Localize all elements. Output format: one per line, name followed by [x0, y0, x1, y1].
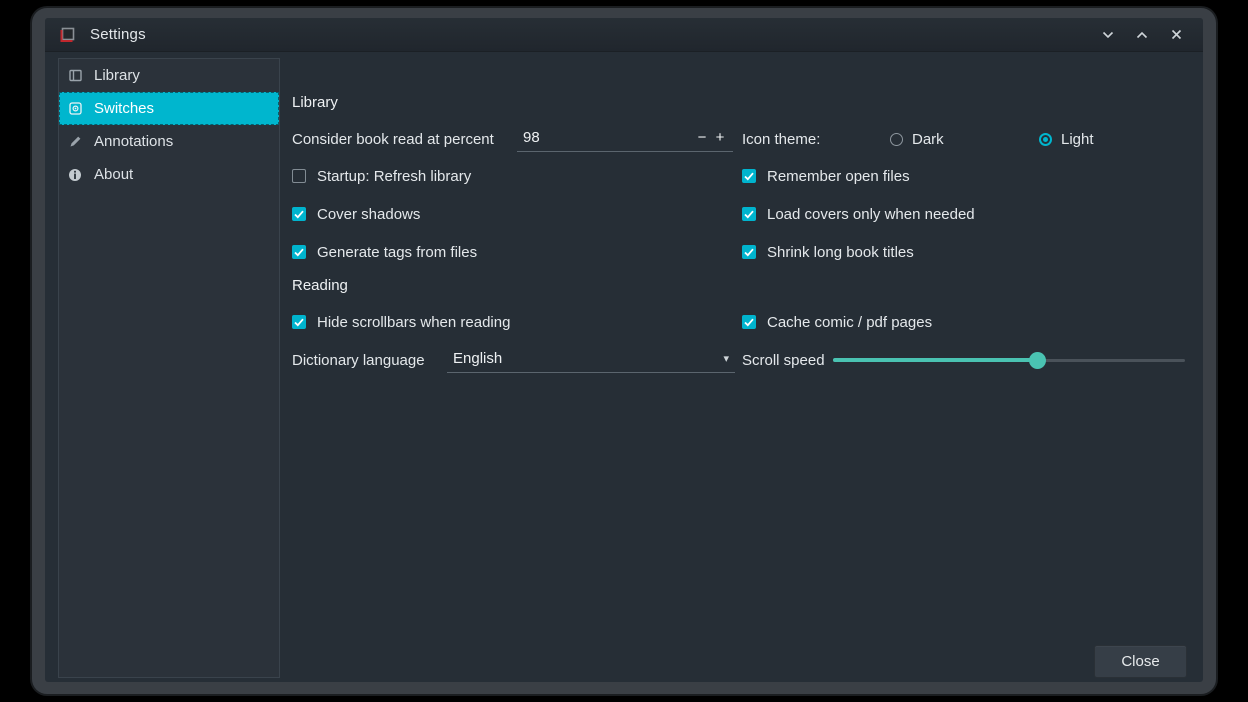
checkbox-label: Cache comic / pdf pages — [767, 314, 932, 331]
pencil-icon — [67, 134, 83, 150]
checkbox-label: Load covers only when needed — [767, 206, 975, 223]
checkbox-label: Hide scrollbars when reading — [317, 314, 510, 331]
titlebar[interactable]: Settings — [45, 18, 1203, 52]
radio-label: Light — [1061, 131, 1094, 148]
shrink-long-titles-checkbox[interactable]: Shrink long book titles — [742, 244, 914, 261]
scroll-speed-slider[interactable] — [833, 352, 1185, 368]
icon-theme-dark-option[interactable]: Dark — [890, 131, 944, 148]
gear-icon — [67, 101, 83, 117]
chevron-up-icon[interactable] — [1131, 24, 1153, 46]
sidebar-item-annotations[interactable]: Annotations — [59, 125, 279, 158]
radio-icon[interactable] — [890, 133, 903, 146]
book-icon — [67, 68, 83, 84]
dictionary-language-label: Dictionary language — [292, 352, 447, 369]
close-icon[interactable] — [1165, 24, 1187, 46]
checkbox-icon[interactable] — [292, 207, 306, 221]
settings-dialog: Settings — [45, 18, 1203, 682]
sidebar-item-label: Switches — [94, 100, 154, 117]
checkbox-label: Shrink long book titles — [767, 244, 914, 261]
cover-shadows-checkbox[interactable]: Cover shadows — [292, 206, 420, 223]
dictionary-language-dropdown[interactable]: English ▾ — [447, 347, 735, 373]
chevron-down-icon: ▾ — [723, 352, 729, 365]
radio-label: Dark — [912, 131, 944, 148]
checkbox-icon[interactable] — [742, 245, 756, 259]
screen: Settings — [0, 0, 1248, 702]
sidebar-item-switches[interactable]: Switches — [59, 92, 279, 125]
close-button[interactable]: Close — [1094, 645, 1187, 678]
checkbox-icon[interactable] — [292, 169, 306, 183]
checkbox-label: Remember open files — [767, 168, 910, 185]
checkbox-label: Startup: Refresh library — [317, 168, 471, 185]
checkbox-label: Generate tags from files — [317, 244, 477, 261]
app-logo-book-icon — [58, 26, 76, 44]
checkbox-icon[interactable] — [742, 207, 756, 221]
read-percent-spinbox[interactable]: 98 − + — [517, 126, 733, 152]
startup-refresh-library-checkbox[interactable]: Startup: Refresh library — [292, 168, 471, 185]
library-section-heading: Library — [292, 94, 338, 111]
icon-theme-label: Icon theme: — [742, 131, 820, 148]
switches-page: Library Consider book read at percent 98… — [292, 52, 1185, 682]
remember-open-files-checkbox[interactable]: Remember open files — [742, 168, 910, 185]
slider-handle[interactable] — [1029, 352, 1046, 369]
scroll-speed-fill — [833, 358, 1037, 362]
sidebar-item-library[interactable]: Library — [59, 59, 279, 92]
generate-tags-checkbox[interactable]: Generate tags from files — [292, 244, 477, 261]
icon-theme-light-option[interactable]: Light — [1039, 131, 1094, 148]
radio-icon[interactable] — [1039, 133, 1052, 146]
cache-comic-pdf-checkbox[interactable]: Cache comic / pdf pages — [742, 314, 932, 331]
settings-window: Settings — [32, 8, 1216, 694]
spinbox-decrement-button[interactable]: − — [693, 129, 711, 146]
dictionary-language-value: English — [453, 350, 723, 367]
read-percent-value[interactable]: 98 — [523, 129, 693, 146]
scroll-speed-label: Scroll speed — [742, 352, 825, 369]
checkbox-icon[interactable] — [292, 315, 306, 329]
chevron-down-icon[interactable] — [1097, 24, 1119, 46]
sidebar-item-label: Annotations — [94, 133, 173, 150]
sidebar-item-about[interactable]: About — [59, 158, 279, 191]
checkbox-icon[interactable] — [742, 169, 756, 183]
checkbox-icon[interactable] — [742, 315, 756, 329]
load-covers-when-needed-checkbox[interactable]: Load covers only when needed — [742, 206, 975, 223]
sidebar-item-label: Library — [94, 67, 140, 84]
hide-scrollbars-checkbox[interactable]: Hide scrollbars when reading — [292, 314, 510, 331]
window-controls — [1097, 24, 1187, 46]
settings-nav-list: Library Switches — [58, 58, 280, 678]
spinbox-increment-button[interactable]: + — [711, 129, 729, 146]
read-percent-label: Consider book read at percent — [292, 131, 517, 148]
reading-section-heading: Reading — [292, 277, 348, 294]
window-title: Settings — [90, 26, 146, 43]
checkbox-label: Cover shadows — [317, 206, 420, 223]
checkbox-icon[interactable] — [292, 245, 306, 259]
info-icon — [67, 167, 83, 183]
sidebar-item-label: About — [94, 166, 133, 183]
